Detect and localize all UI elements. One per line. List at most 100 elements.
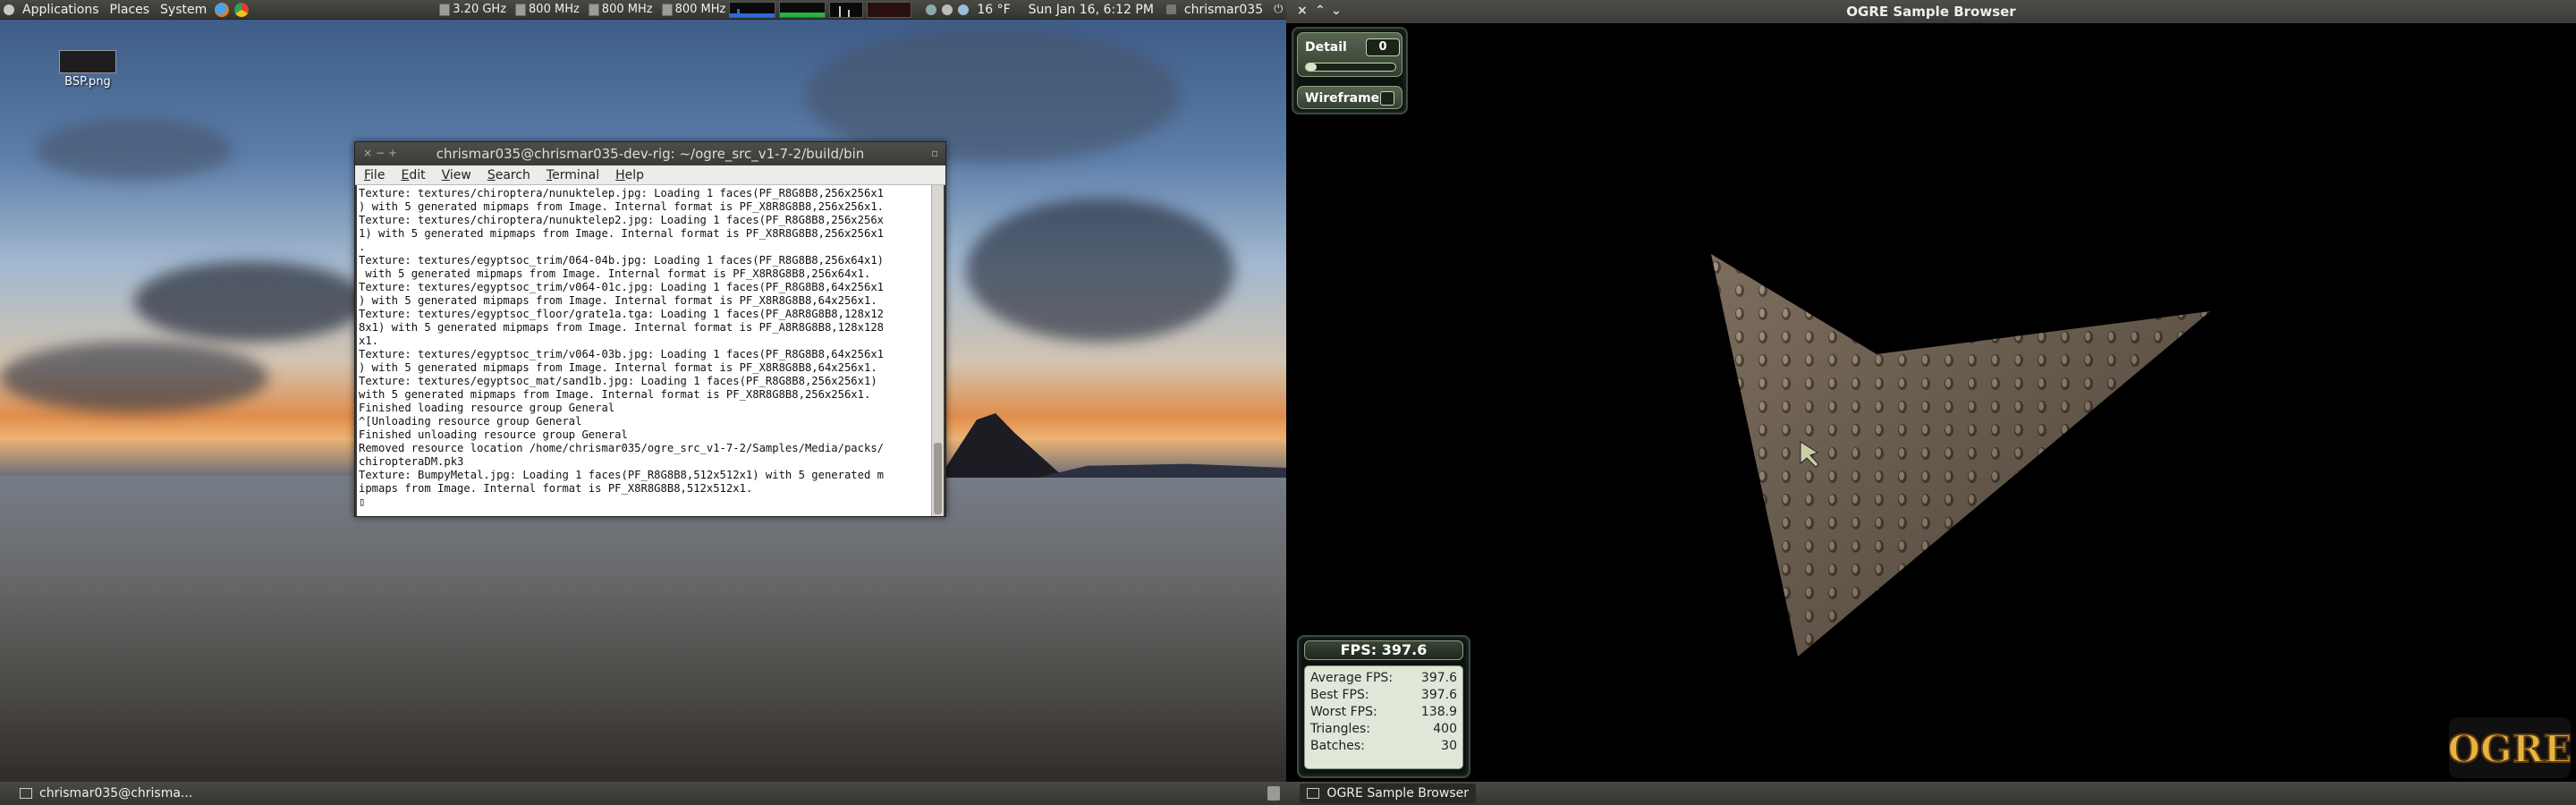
stat-value: 397.6 (1420, 671, 1457, 685)
stat-row: Worst FPS: 138.9 (1310, 704, 1457, 721)
wireframe-checkbox[interactable]: Wireframe (1297, 86, 1402, 109)
terminal-text: Texture: textures/chiroptera/nunuktelep.… (359, 187, 884, 508)
stat-value: 138.9 (1420, 705, 1457, 719)
fps-tray: FPS: 397.6 Average FPS: 397.6 Best FPS: 39… (1297, 635, 1470, 778)
fps-stats-panel: Average FPS: 397.6 Best FPS: 397.6 Worst F… (1304, 665, 1463, 769)
cloud (966, 199, 1234, 342)
stat-value: 30 (1441, 739, 1457, 753)
desktop-file-label: BSP.png (64, 75, 111, 89)
taskbar-terminal[interactable]: chrismar035@chrisma... (13, 784, 199, 803)
wireframe-label: Wireframe (1305, 91, 1380, 106)
scrollbar-thumb[interactable] (934, 443, 942, 514)
menu-file[interactable]: File (355, 168, 392, 182)
places-menu[interactable]: Places (105, 0, 156, 20)
ogre-titlebar[interactable]: × ⌃ ⌄ OGRE Sample Browser (1286, 0, 2576, 23)
ogre-viewport[interactable]: Detail 0 Wireframe FPS: 397.6 Average FP… (1286, 23, 2576, 782)
menu-help[interactable]: Help (606, 168, 651, 182)
menu-terminal[interactable]: Terminal (538, 168, 606, 182)
network-graph[interactable] (829, 1, 864, 18)
cloud (0, 342, 268, 413)
terminal-titlebar[interactable]: × − + chrismar035@chrismar035-dev-rig: ~… (355, 142, 945, 165)
terminal-scrollbar[interactable] (931, 185, 944, 516)
ogre-logo: OGRE (2446, 717, 2573, 778)
memory-graph[interactable] (779, 1, 826, 18)
cpu-icon (515, 3, 527, 16)
bottom-panel: chrismar035@chrisma... OGRE Sample Brows… (0, 782, 2576, 805)
menu-edit[interactable]: Edit (392, 168, 432, 182)
stat-label: Triangles: (1310, 722, 1370, 736)
cpu-load-graph[interactable] (729, 1, 776, 18)
cpu-freq-label: 800 MHz (601, 3, 653, 16)
detail-slider[interactable]: Detail 0 (1297, 32, 1402, 77)
detail-label: Detail (1305, 40, 1347, 55)
ogre-logo-text: OGRE (2449, 727, 2571, 771)
image-thumbnail-icon (59, 50, 116, 73)
weather-temperature[interactable]: 16 °F (971, 0, 1015, 20)
volume-icon[interactable] (942, 4, 953, 15)
cpu-freq-3[interactable]: 800 MHz (588, 3, 653, 16)
slider-track[interactable] (1305, 63, 1396, 72)
checkbox-box[interactable] (1380, 91, 1394, 106)
stat-row: Best FPS: 397.6 (1310, 687, 1457, 704)
ubuntu-logo-icon[interactable] (4, 4, 14, 15)
close-icon[interactable]: × (1297, 4, 1308, 18)
close-icon[interactable]: × (362, 148, 373, 158)
window-icon (1307, 788, 1320, 799)
ogre-scene[interactable] (1286, 23, 2576, 782)
user-name[interactable]: chrismar035 (1179, 0, 1268, 20)
cpu-freq-2[interactable]: 800 MHz (515, 3, 580, 16)
power-icon[interactable]: ⏻ (1274, 3, 1283, 16)
mesh-shading (1711, 254, 2210, 657)
trash-icon[interactable] (1267, 786, 1281, 801)
menu-view[interactable]: View (433, 168, 479, 182)
stat-label: Worst FPS: (1310, 705, 1377, 719)
load-graph[interactable] (867, 1, 912, 18)
menu-search[interactable]: Search (479, 168, 538, 182)
system-menu[interactable]: System (155, 0, 212, 20)
stat-label: Best FPS: (1310, 688, 1369, 702)
clock[interactable]: Sun Jan 16, 6:12 PM (1023, 0, 1159, 20)
weather-icon[interactable] (958, 4, 970, 15)
fps-header[interactable]: FPS: 397.6 (1304, 640, 1463, 660)
applications-menu[interactable]: Applications (17, 0, 105, 20)
stat-label: Batches: (1310, 739, 1365, 753)
distant-hills (1038, 463, 1286, 478)
cpu-freq-4[interactable]: 800 MHz (661, 3, 726, 16)
minimize-icon[interactable]: − (375, 148, 386, 158)
cpu-freq-label: 800 MHz (529, 3, 580, 16)
cpu-freq-label: 800 MHz (674, 3, 726, 16)
restore-icon[interactable]: ▫ (929, 148, 940, 158)
cpu-freq-1[interactable]: 3.20 GHz (439, 3, 506, 16)
island (939, 413, 1064, 478)
ogre-logo-icon: OGRE (2446, 726, 2572, 772)
terminal-window[interactable]: × − + chrismar035@chrismar035-dev-rig: ~… (354, 141, 946, 517)
firefox-icon[interactable] (215, 2, 230, 17)
controls-tray: Detail 0 Wireframe (1292, 27, 1408, 114)
maximize-icon[interactable]: ⌃ (1315, 4, 1326, 18)
taskbar-ogre[interactable]: OGRE Sample Browser (1300, 784, 1476, 803)
network-icon[interactable] (926, 4, 937, 15)
top-panel: Applications Places System 3.20 GHz 800 … (0, 0, 1286, 20)
cpu-icon (588, 3, 599, 16)
desktop-file-bsp[interactable]: BSP.png (55, 50, 120, 89)
stat-row: Batches: 30 (1310, 738, 1457, 755)
cloud (134, 261, 367, 342)
terminal-output[interactable]: Texture: textures/chiroptera/nunuktelep.… (357, 185, 931, 516)
sea (0, 476, 1286, 782)
chrome-icon[interactable] (234, 2, 250, 17)
terminal-menubar: File Edit View Search Terminal Help (355, 165, 945, 185)
terminal-title: chrismar035@chrismar035-dev-rig: ~/ogre_… (436, 146, 865, 162)
cpu-freq-label: 3.20 GHz (453, 3, 507, 16)
task-label: chrismar035@chrisma... (39, 786, 193, 801)
stat-row: Triangles: 400 (1310, 721, 1457, 738)
terminal-icon (20, 788, 32, 799)
detail-value: 0 (1366, 38, 1400, 56)
task-label: OGRE Sample Browser (1326, 786, 1469, 801)
stat-value: 400 (1433, 722, 1457, 736)
ogre-window-title: OGRE Sample Browser (1846, 4, 2016, 20)
minimize-icon[interactable]: ⌄ (1331, 4, 1342, 18)
user-icon (1165, 4, 1176, 14)
cpu-icon (661, 3, 673, 16)
maximize-icon[interactable]: + (387, 148, 398, 158)
slider-handle[interactable] (1306, 64, 1317, 71)
